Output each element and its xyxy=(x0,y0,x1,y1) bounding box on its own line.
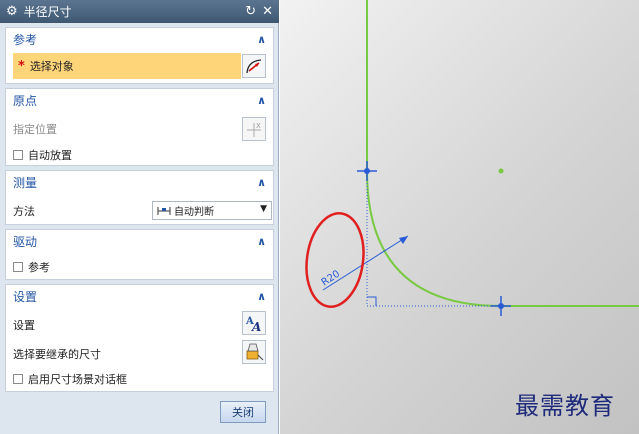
required-mark: * xyxy=(18,58,25,74)
drive-reference-label: 参考 xyxy=(28,261,50,274)
dimension-arrowhead xyxy=(399,236,408,244)
enable-dialog-row[interactable]: 启用尺寸场景对话框 xyxy=(13,371,127,387)
text-settings-button[interactable]: A A xyxy=(242,311,266,335)
select-object-row[interactable]: * 选择对象 xyxy=(13,53,241,79)
highlight-ellipse xyxy=(305,212,365,308)
group-header-reference[interactable]: 参考 ∧ xyxy=(6,28,273,50)
auto-infer-icon xyxy=(157,206,171,215)
chevron-down-icon: ▼ xyxy=(260,204,267,214)
settings-label: 设置 xyxy=(13,319,35,332)
dialog-title: 半径尺寸 xyxy=(23,5,72,19)
collapse-caret-icon[interactable]: ∧ xyxy=(257,290,266,303)
location-cross-icon: X xyxy=(247,122,261,137)
group-settings: 设置 ∧ 设置 A A 选择要继承的尺寸 启用尺寸场景对话框 xyxy=(5,284,274,392)
group-header-measure[interactable]: 测量 ∧ xyxy=(6,171,273,193)
settings-row: 设置 xyxy=(13,317,35,333)
select-arc-button[interactable] xyxy=(242,54,266,78)
group-title-origin: 原点 xyxy=(13,93,38,108)
inherit-dimension-button[interactable] xyxy=(242,340,266,364)
select-object-label: 选择对象 xyxy=(29,60,74,73)
specify-location-label: 指定位置 xyxy=(13,123,57,136)
group-reference: 参考 ∧ * 选择对象 xyxy=(5,27,274,84)
group-title-settings: 设置 xyxy=(13,289,38,304)
collapse-caret-icon[interactable]: ∧ xyxy=(257,176,266,189)
auto-place-label: 自动放置 xyxy=(28,149,72,162)
tangent-point-marker xyxy=(491,296,511,316)
method-label: 方法 xyxy=(13,205,35,218)
tangent-point-marker xyxy=(357,161,377,181)
reset-icon[interactable]: ↻ xyxy=(245,5,256,18)
right-angle-mark xyxy=(367,296,377,306)
sketch-geometry: R20 xyxy=(305,0,639,316)
watermark-text: 最需教育 xyxy=(515,392,615,420)
gear-icon[interactable]: ⚙ xyxy=(6,5,18,18)
specify-location-row: 指定位置 xyxy=(13,121,57,137)
enable-dialog-checkbox[interactable] xyxy=(13,374,23,384)
group-header-origin[interactable]: 原点 ∧ xyxy=(6,89,273,111)
dialog-titlebar: ⚙ 半径尺寸 ↻ ✕ xyxy=(0,0,279,23)
fillet-arc[interactable] xyxy=(366,170,502,307)
collapse-caret-icon[interactable]: ∧ xyxy=(257,94,266,107)
auto-place-row[interactable]: 自动放置 xyxy=(13,147,72,163)
arc-select-icon xyxy=(246,59,262,74)
inherit-dimension-label: 选择要继承的尺寸 xyxy=(13,348,101,361)
group-header-drive[interactable]: 驱动 ∧ xyxy=(6,230,273,252)
arc-center-point[interactable] xyxy=(498,168,504,174)
group-title-measure: 测量 xyxy=(13,175,38,190)
close-icon[interactable]: ✕ xyxy=(262,5,273,18)
group-drive: 驱动 ∧ 参考 xyxy=(5,229,274,280)
group-header-settings[interactable]: 设置 ∧ xyxy=(6,285,273,307)
collapse-caret-icon[interactable]: ∧ xyxy=(257,33,266,46)
svg-text:X: X xyxy=(256,122,261,130)
drive-reference-checkbox[interactable] xyxy=(13,262,23,272)
drive-reference-row[interactable]: 参考 xyxy=(13,259,50,275)
collapse-caret-icon[interactable]: ∧ xyxy=(257,235,266,248)
group-origin: 原点 ∧ 指定位置 X 自动放置 xyxy=(5,88,274,166)
graphics-canvas[interactable]: R20 xyxy=(280,0,639,434)
enable-dialog-label: 启用尺寸场景对话框 xyxy=(28,373,127,386)
method-row: 方法 xyxy=(13,203,35,219)
close-button[interactable]: 关闭 xyxy=(220,401,266,423)
inherit-dimension-row: 选择要继承的尺寸 xyxy=(13,346,101,362)
auto-place-checkbox[interactable] xyxy=(13,150,23,160)
radius-dimension-dialog: ⚙ 半径尺寸 ↻ ✕ 参考 ∧ * 选择对象 原点 ∧ 指定位置 X 自动放置 … xyxy=(0,0,279,434)
group-measure: 测量 ∧ 方法 自动判断 ▼ xyxy=(5,170,274,225)
method-value: 自动判断 xyxy=(174,207,214,218)
group-title-reference: 参考 xyxy=(13,32,38,47)
specify-location-button[interactable]: X xyxy=(242,117,266,141)
svg-text:A: A xyxy=(251,320,261,333)
method-select[interactable]: 自动判断 ▼ xyxy=(152,201,272,220)
text-style-icon: A A xyxy=(245,316,261,333)
group-title-drive: 驱动 xyxy=(13,234,38,249)
inherit-brush-icon xyxy=(246,343,264,361)
